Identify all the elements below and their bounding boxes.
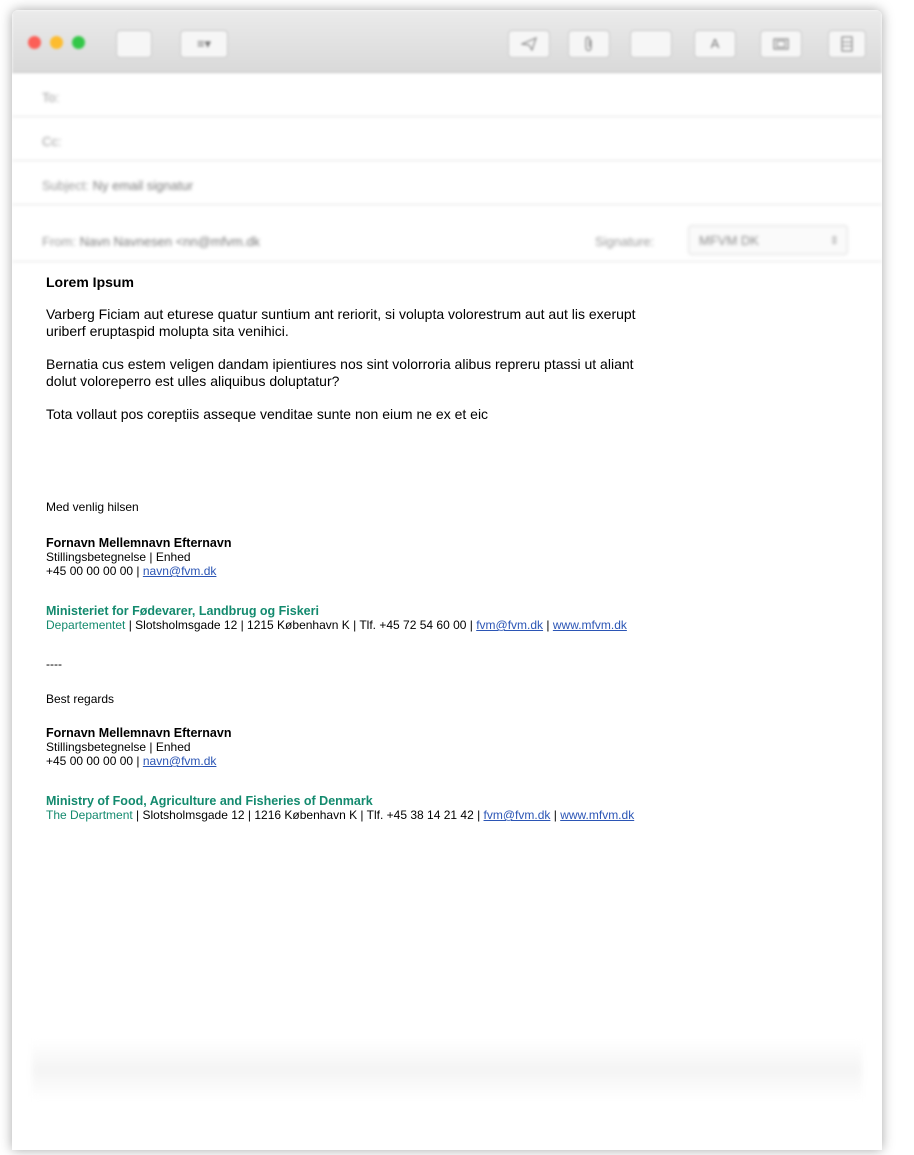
paper-plane-icon: [519, 36, 537, 52]
org-email-link[interactable]: fvm@fvm.dk: [484, 808, 551, 822]
org-email-link[interactable]: fvm@fvm.dk: [476, 618, 543, 632]
subject-label: Subject:: [42, 178, 89, 193]
org-department: The Department: [46, 808, 133, 822]
sender-title: Stillingsbetegnelse | Enhed: [46, 740, 191, 754]
body-paragraph: Bernatia cus estem veligen dandam ipient…: [46, 356, 634, 389]
sender-email-link[interactable]: navn@fvm.dk: [143, 754, 217, 768]
divider: [12, 204, 882, 205]
chevron-updown-icon: ⇕: [829, 235, 839, 247]
body-paragraph: Varberg Ficiam aut eturese quatur suntiu…: [46, 306, 636, 339]
org-web-link[interactable]: www.mfvm.dk: [560, 808, 634, 822]
cc-label: Cc:: [42, 134, 62, 149]
sidebar-icon: [841, 36, 853, 52]
toolbar-blank-button[interactable]: [116, 30, 152, 58]
separator: |: [543, 618, 553, 632]
font-button[interactable]: A: [694, 30, 736, 58]
divider: [12, 261, 882, 262]
org-department: Departementet: [46, 618, 126, 632]
separator: |: [550, 808, 561, 822]
zoom-window-button[interactable]: [72, 36, 85, 49]
title-bar: ≡▾ A: [12, 10, 882, 73]
divider: [12, 160, 882, 161]
sender-phone: +45 00 00 00 00 |: [46, 564, 143, 578]
org-details: Departementet | Slotsholmsgade 12 | 1215…: [46, 618, 627, 632]
minimize-window-button[interactable]: [50, 36, 63, 49]
attach-button[interactable]: [568, 30, 610, 58]
cc-field[interactable]: Cc:: [42, 134, 62, 149]
org-address: | Slotsholmsgade 12 | 1216 København K |…: [132, 808, 484, 822]
paperclip-icon: [585, 36, 592, 52]
org-block-da: Ministeriet for Fødevarer, Landbrug og F…: [46, 604, 627, 632]
greeting-en: Best regards: [46, 692, 115, 706]
signature-divider: ----: [46, 657, 62, 671]
to-field[interactable]: To:: [42, 90, 59, 105]
toolbar-blank-button-2[interactable]: [630, 30, 672, 58]
close-window-button[interactable]: [28, 36, 41, 49]
signature-label: Signature:: [595, 234, 655, 249]
sender-contact: +45 00 00 00 00 | navn@fvm.dk: [46, 754, 231, 768]
greeting-da: Med venlig hilsen: [46, 500, 139, 514]
org-name: Ministry of Food, Agriculture and Fisher…: [46, 794, 373, 808]
from-field[interactable]: From: Navn Navnesen <nn@mfvm.dk: [42, 234, 260, 249]
signature-block-da: Fornavn Mellemnavn Efternavn Stillingsbe…: [46, 536, 231, 578]
signature-select[interactable]: MFVM DK ⇕: [688, 225, 848, 255]
signature-block-en: Fornavn Mellemnavn Efternavn Stillingsbe…: [46, 726, 231, 768]
to-label: To:: [42, 90, 60, 105]
sender-phone: +45 00 00 00 00 |: [46, 754, 143, 768]
send-button[interactable]: [508, 30, 550, 58]
sender-name: Fornavn Mellemnavn Efternavn: [46, 726, 232, 740]
from-label: From:: [42, 234, 76, 249]
sender-contact: +45 00 00 00 00 | navn@fvm.dk: [46, 564, 231, 578]
org-details: The Department | Slotsholmsgade 12 | 121…: [46, 808, 634, 822]
subject-value: Ny email signatur: [92, 178, 194, 193]
photo-browser-button[interactable]: [760, 30, 802, 58]
body-paragraph: Tota vollaut pos coreptiis asseque vendi…: [46, 406, 489, 422]
sender-email-link[interactable]: navn@fvm.dk: [143, 564, 217, 578]
divider: [12, 116, 882, 117]
sender-title: Stillingsbetegnelse | Enhed: [46, 550, 191, 564]
format-button[interactable]: ≡▾: [180, 30, 228, 58]
sidebar-button[interactable]: [828, 30, 866, 58]
sender-name: Fornavn Mellemnavn Efternavn: [46, 536, 232, 550]
org-address: | Slotsholmsgade 12 | 1215 København K |…: [125, 618, 477, 632]
photo-browser-icon: [773, 38, 789, 50]
message-header: To: Cc: Subject: Ny email signatur From:…: [12, 72, 882, 262]
from-value: Navn Navnesen <nn@mfvm.dk: [79, 234, 261, 249]
org-name: Ministeriet for Fødevarer, Landbrug og F…: [46, 604, 319, 618]
body-heading: Lorem Ipsum: [46, 274, 134, 290]
signature-value: MFVM DK: [699, 233, 759, 248]
compose-window: ≡▾ A To: Cc: Subject: Ny email signatur …: [12, 10, 882, 1150]
org-block-en: Ministry of Food, Agriculture and Fisher…: [46, 794, 634, 822]
bottom-blur: [32, 1040, 862, 1100]
subject-field[interactable]: Subject: Ny email signatur: [42, 178, 193, 193]
org-web-link[interactable]: www.mfvm.dk: [553, 618, 627, 632]
message-body[interactable]: Lorem Ipsum Varberg Ficiam aut eturese q…: [46, 274, 846, 423]
